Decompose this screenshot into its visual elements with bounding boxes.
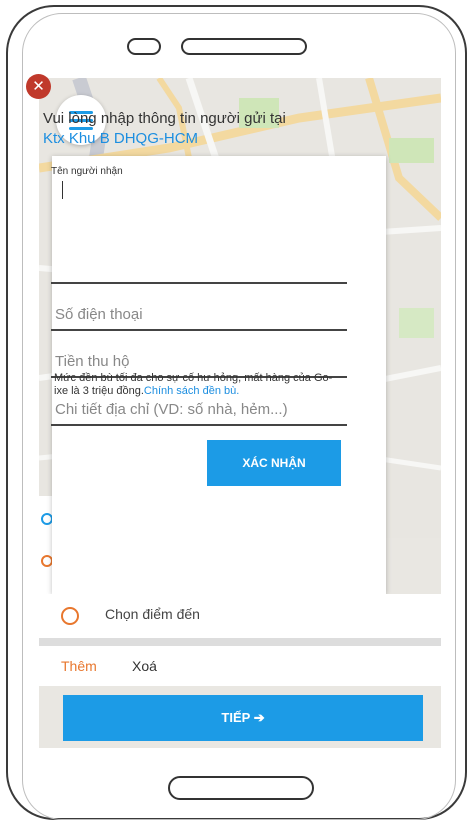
cod-field-placeholder[interactable]: Tiền thu hộ (55, 353, 130, 370)
speaker-grille (181, 38, 307, 55)
actions-bar (39, 646, 441, 686)
delete-button[interactable]: Xoá (132, 658, 157, 674)
destination-row[interactable] (39, 594, 441, 638)
divider (39, 638, 441, 646)
next-label: TIẾP (221, 710, 251, 725)
receiver-name-label: Tên người nhận (51, 166, 123, 177)
dialog-title: Vui lòng nhập thông tin người gửi tại (43, 110, 286, 127)
arrow-right-icon: ➔ (253, 710, 265, 725)
home-button[interactable] (168, 776, 314, 800)
destination-label: Chọn điểm đến (105, 606, 200, 622)
next-button[interactable]: TIẾP ➔ (63, 695, 423, 741)
destination-circle-icon (61, 607, 79, 625)
close-icon[interactable]: ✕ (26, 74, 51, 99)
phone-field[interactable] (51, 329, 347, 331)
phone-field-placeholder[interactable]: Số điện thoại (55, 306, 143, 323)
compensation-note: Mức đền bù tối đa cho sự cố hư hỏng, mất… (54, 372, 344, 398)
text-cursor (62, 181, 63, 199)
policy-link[interactable]: Chính sách đền bù. (144, 385, 239, 397)
add-button[interactable]: Thêm (61, 658, 97, 674)
address-field-placeholder[interactable]: Chi tiết địa chỉ (VD: số nhà, hẻm...) (55, 401, 288, 418)
front-camera (127, 38, 161, 55)
confirm-button[interactable]: XÁC NHẬN (207, 440, 341, 486)
pickup-location: Ktx Khu B DHQG-HCM (43, 130, 199, 147)
receiver-name-field[interactable] (51, 282, 347, 284)
address-field[interactable] (51, 424, 347, 426)
